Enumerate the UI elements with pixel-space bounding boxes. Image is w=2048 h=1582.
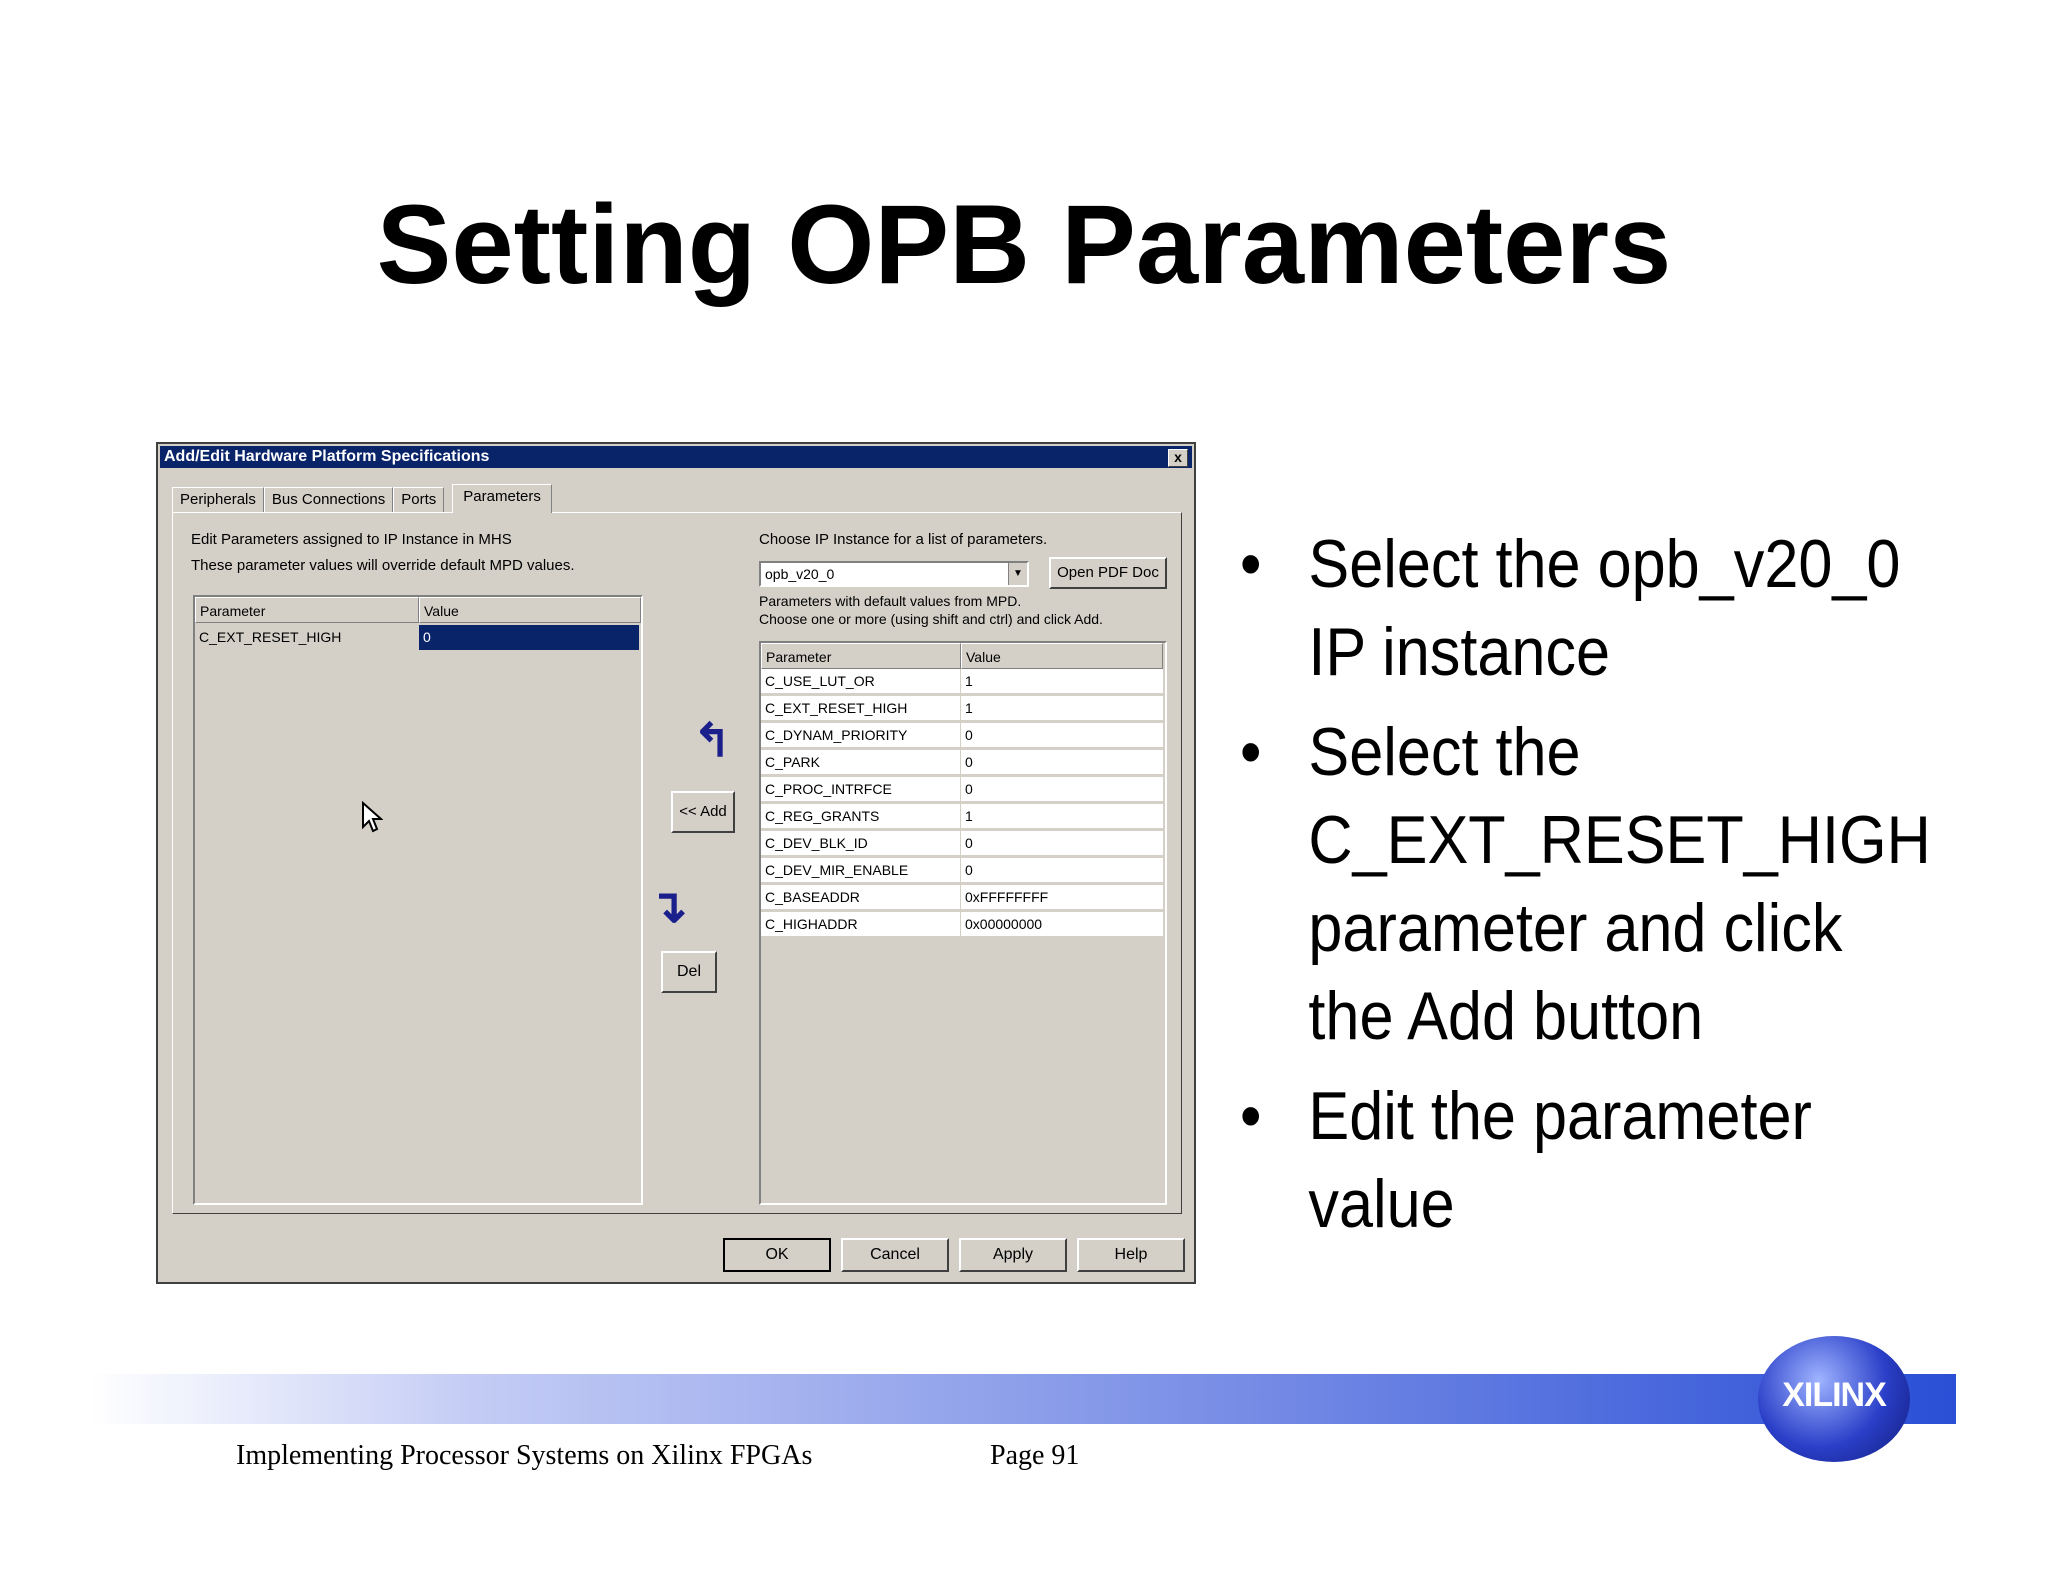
tab-parameters[interactable]: Parameters <box>452 484 552 513</box>
left-description-2: These parameter values will override def… <box>191 557 575 574</box>
table-row[interactable]: C_REG_GRANTS 1 <box>761 804 1163 831</box>
footer-gradient-band <box>90 1374 1956 1424</box>
mpd-parameter-list[interactable]: Parameter Value C_USE_LUT_OR 1 C_EXT_RES… <box>759 641 1167 1205</box>
add-edit-hardware-dialog: Add/Edit Hardware Platform Specification… <box>156 442 1196 1284</box>
right-description-1: Parameters with default values from MPD. <box>759 593 1022 609</box>
mhs-param-value-field[interactable]: 0 <box>419 625 639 650</box>
column-header-parameter[interactable]: Parameter <box>761 643 961 669</box>
bullet-dot-icon: • <box>1240 526 1262 602</box>
footer-page-number: Page 91 <box>990 1440 1080 1471</box>
param-value: 1 <box>961 696 1163 721</box>
chevron-down-icon[interactable]: ▼ <box>1008 563 1027 585</box>
del-button[interactable]: Del <box>661 951 717 993</box>
param-value: 1 <box>961 669 1163 694</box>
cancel-button[interactable]: Cancel <box>841 1238 949 1272</box>
param-value: 0 <box>961 723 1163 748</box>
param-name: C_HIGHADDR <box>761 912 961 937</box>
table-row[interactable]: C_USE_LUT_OR 1 <box>761 669 1163 696</box>
bullet-item: • Select the opb_v20_0 IP instance <box>1240 520 1942 696</box>
param-value: 0 <box>961 858 1163 883</box>
table-row[interactable]: C_DYNAM_PRIORITY 0 <box>761 723 1163 750</box>
param-value: 0x00000000 <box>961 912 1163 937</box>
param-name: C_BASEADDR <box>761 885 961 910</box>
mouse-cursor-icon <box>362 801 383 833</box>
right-description-2: Choose one or more (using shift and ctrl… <box>759 611 1103 627</box>
param-name: C_REG_GRANTS <box>761 804 961 829</box>
bullet-list: • Select the opb_v20_0 IP instance • Selec… <box>1240 520 2020 1260</box>
curved-arrow-left-icon: ↰ <box>693 714 732 766</box>
ok-button[interactable]: OK <box>723 1238 831 1272</box>
slide-title: Setting OPB Parameters <box>376 182 1672 307</box>
dialog-title: Add/Edit Hardware Platform Specification… <box>164 448 490 465</box>
param-name: C_PROC_INTRFCE <box>761 777 961 802</box>
table-row[interactable]: C_EXT_RESET_HIGH 1 <box>761 696 1163 723</box>
table-row[interactable]: C_BASEADDR 0xFFFFFFFF <box>761 885 1163 912</box>
apply-button[interactable]: Apply <box>959 1238 1067 1272</box>
bullet-dot-icon: • <box>1240 1078 1262 1154</box>
bullet-item: • Select the C_EXT_RESET_HIGH parameter a… <box>1240 708 1942 1060</box>
column-header-value[interactable]: Value <box>961 643 1163 669</box>
open-pdf-doc-button[interactable]: Open PDF Doc <box>1049 557 1167 589</box>
param-name: C_USE_LUT_OR <box>761 669 961 694</box>
tab-bus-connections[interactable]: Bus Connections <box>263 487 394 512</box>
ip-instance-value: opb_v20_0 <box>765 566 835 582</box>
param-value: 0 <box>961 831 1163 856</box>
table-row[interactable]: C_PROC_INTRFCE 0 <box>761 777 1163 804</box>
param-name: C_DYNAM_PRIORITY <box>761 723 961 748</box>
param-name: C_PARK <box>761 750 961 775</box>
param-value: 0 <box>961 777 1163 802</box>
param-name: C_DEV_MIR_ENABLE <box>761 858 961 883</box>
help-button[interactable]: Help <box>1077 1238 1185 1272</box>
bullet-dot-icon: • <box>1240 714 1262 790</box>
table-row[interactable]: C_DEV_MIR_ENABLE 0 <box>761 858 1163 885</box>
close-icon[interactable]: x <box>1168 449 1188 467</box>
choose-ip-label: Choose IP Instance for a list of paramet… <box>759 531 1048 548</box>
dialog-titlebar: Add/Edit Hardware Platform Specification… <box>160 446 1192 468</box>
footer-course-title: Implementing Processor Systems on Xilinx… <box>236 1440 813 1471</box>
tab-ports[interactable]: Ports <box>393 487 445 512</box>
parameters-panel: Edit Parameters assigned to IP Instance … <box>172 512 1182 1214</box>
table-row[interactable]: C_DEV_BLK_ID 0 <box>761 831 1163 858</box>
table-row[interactable]: C_PARK 0 <box>761 750 1163 777</box>
tab-peripherals[interactable]: Peripherals <box>172 487 264 512</box>
param-value: 0 <box>961 750 1163 775</box>
left-description-1: Edit Parameters assigned to IP Instance … <box>191 531 512 548</box>
ip-instance-select[interactable]: opb_v20_0 ▼ <box>759 561 1029 587</box>
param-value: 1 <box>961 804 1163 829</box>
curved-arrow-right-icon: ↴ <box>649 880 688 932</box>
param-name: C_DEV_BLK_ID <box>761 831 961 856</box>
table-row[interactable]: C_HIGHADDR 0x00000000 <box>761 912 1163 939</box>
param-value: 0xFFFFFFFF <box>961 885 1163 910</box>
add-button[interactable]: << Add <box>671 791 735 833</box>
mhs-param-name[interactable]: C_EXT_RESET_HIGH <box>195 625 419 650</box>
xilinx-logo-text: XILINX <box>1782 1376 1887 1414</box>
mhs-parameter-list[interactable]: Parameter Value C_EXT_RESET_HIGH 0 <box>193 595 643 1205</box>
param-name: C_EXT_RESET_HIGH <box>761 696 961 721</box>
tab-strip: Peripherals Bus Connections Ports Parame… <box>172 484 552 513</box>
column-header-value[interactable]: Value <box>419 597 641 623</box>
column-header-parameter[interactable]: Parameter <box>195 597 419 623</box>
bullet-item: • Edit the parameter value <box>1240 1072 1942 1248</box>
